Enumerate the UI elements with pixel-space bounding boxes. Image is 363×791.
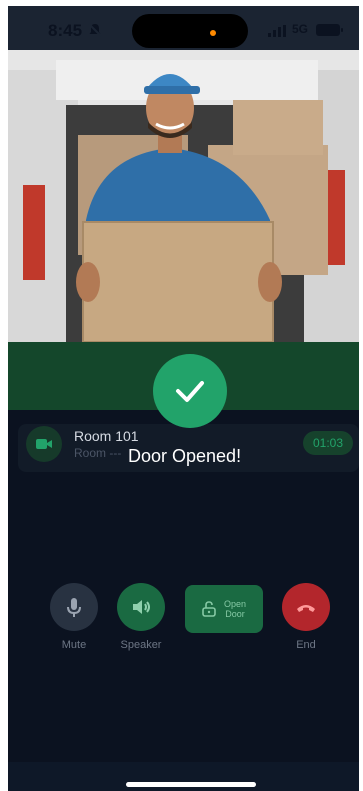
delivery-person-image bbox=[8, 50, 359, 342]
lock-icon bbox=[202, 601, 216, 617]
battery-icon bbox=[316, 24, 343, 36]
speaker-button[interactable] bbox=[117, 583, 165, 631]
door-opened-message: Door Opened! bbox=[128, 446, 242, 466]
bell-silent-icon bbox=[88, 23, 102, 37]
success-indicator bbox=[153, 354, 227, 428]
camera-feed bbox=[8, 50, 359, 342]
status-bar: 8:45 5G bbox=[8, 6, 359, 50]
phone-hangup-icon bbox=[297, 605, 315, 612]
phone-screen: 8:45 5G Room 101 Room --- 01:03 Door Ope… bbox=[8, 6, 359, 791]
home-indicator[interactable] bbox=[126, 782, 256, 787]
signal-icon bbox=[268, 25, 286, 37]
video-camera-icon bbox=[36, 439, 52, 449]
network-type: 5G bbox=[292, 22, 309, 36]
room-title: Room 101 bbox=[74, 428, 139, 444]
end-label: End bbox=[296, 639, 316, 651]
status-time: 8:45 bbox=[48, 21, 83, 40]
open-door-label: Open Door bbox=[223, 599, 247, 619]
speaker-label: Speaker bbox=[120, 639, 162, 651]
call-timer: 01:03 bbox=[303, 431, 353, 455]
end-call-button[interactable] bbox=[282, 583, 330, 631]
mic-icon bbox=[67, 598, 81, 617]
speaker-icon bbox=[133, 600, 150, 614]
mute-label: Mute bbox=[61, 639, 87, 651]
dynamic-island bbox=[132, 14, 248, 48]
checkmark-icon bbox=[176, 381, 204, 402]
room-avatar bbox=[26, 426, 62, 462]
camera-indicator bbox=[210, 30, 216, 36]
mute-button[interactable] bbox=[50, 583, 98, 631]
room-subtitle: Room --- bbox=[74, 446, 122, 460]
